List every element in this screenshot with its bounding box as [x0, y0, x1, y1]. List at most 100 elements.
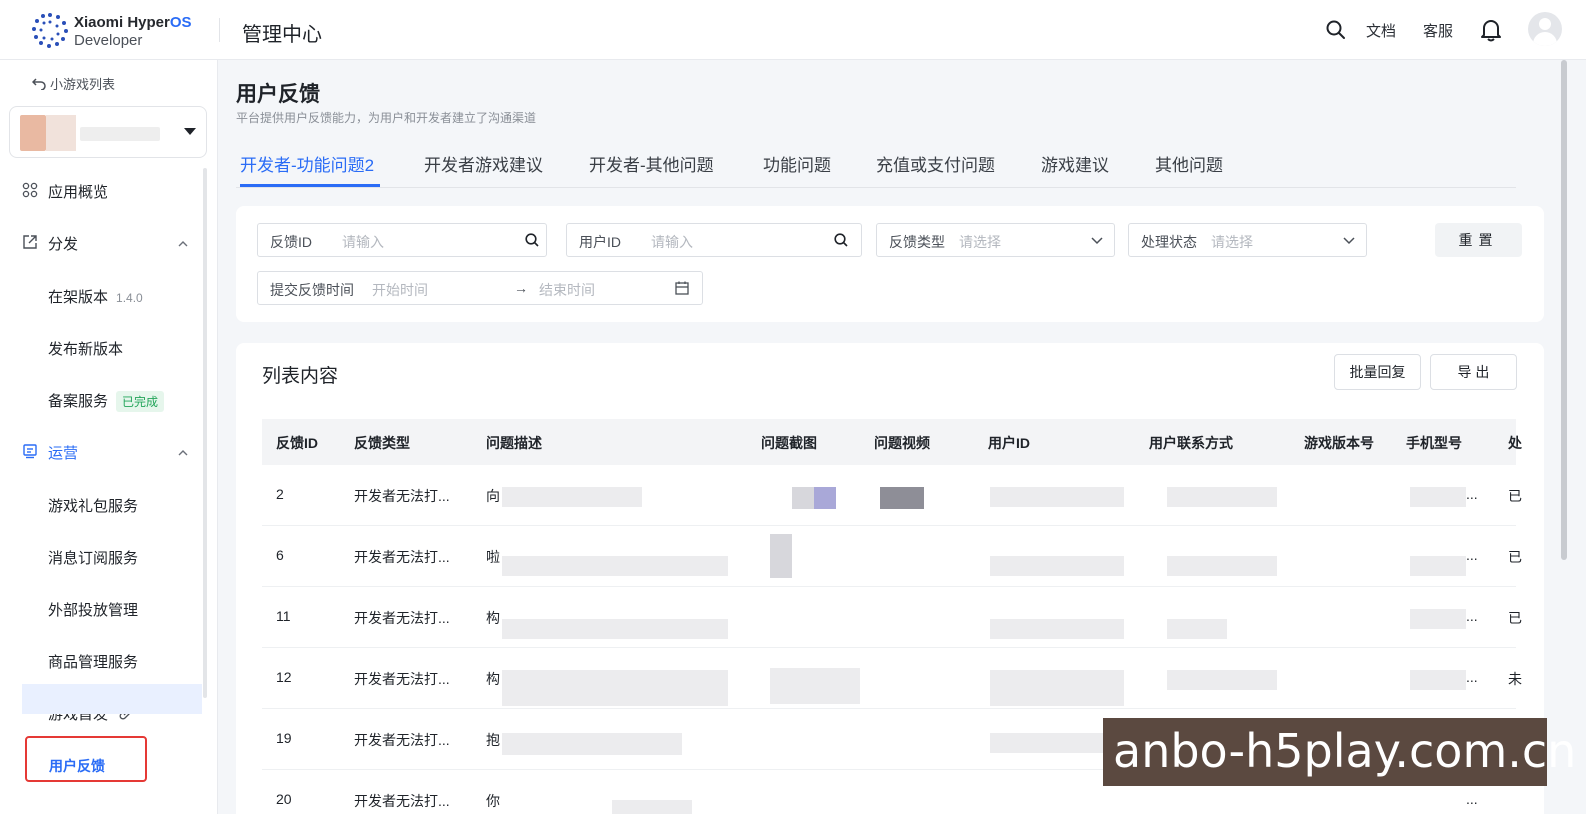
col-video: 问题视频 — [874, 435, 930, 451]
table-row[interactable]: 2 开发者无法打... 向 ... 已 — [262, 465, 1522, 526]
tab-game-suggestion[interactable]: 游戏建议 — [1041, 151, 1109, 176]
chevron-up-icon[interactable] — [178, 448, 188, 458]
feedback-type-placeholder: 请选择 — [959, 234, 1001, 250]
customer-service-link[interactable]: 客服 — [1423, 20, 1453, 41]
status-select[interactable]: 处理状态 请选择 — [1128, 223, 1367, 257]
tab-bar: 开发者-功能问题2 开发者游戏建议 开发者-其他问题 功能问题 充值或支付问题 … — [236, 140, 1516, 188]
user-id-field[interactable]: 用户ID 请输入 — [566, 223, 862, 257]
back-arrow-icon — [31, 78, 46, 91]
feedback-id-label: 反馈ID — [270, 234, 312, 250]
sidebar-item-overview[interactable]: 应用概览 — [48, 181, 108, 202]
bell-icon[interactable] — [1480, 18, 1502, 42]
page-scrollbar[interactable] — [1561, 60, 1567, 560]
cell-type: 开发者无法打... — [354, 549, 450, 565]
app-thumbnail-blur — [46, 115, 76, 151]
blurred-model — [1410, 670, 1466, 690]
sidebar-item-filing[interactable]: 备案服务 已完成 — [48, 390, 165, 412]
version-number: 1.4.0 — [116, 291, 143, 305]
blurred-contact — [1167, 619, 1227, 639]
sidebar-item-live-version[interactable]: 在架版本 1.4.0 — [48, 286, 143, 307]
col-status: 处 — [1508, 435, 1522, 451]
blurred-desc — [502, 733, 682, 755]
status-label: 处理状态 — [1141, 234, 1197, 250]
export-button[interactable]: 导 出 — [1430, 354, 1517, 390]
cell-ellipsis: ... — [1466, 486, 1478, 502]
end-time-placeholder[interactable]: 结束时间 — [539, 280, 595, 300]
col-feedback-type: 反馈类型 — [354, 435, 410, 451]
cell-status: 已 — [1508, 549, 1522, 565]
feedback-id-field[interactable]: 反馈ID 请输入 — [257, 223, 547, 257]
tab-payment[interactable]: 充值或支付问题 — [876, 151, 995, 176]
table-row[interactable]: 11 开发者无法打... 构 ... 已 — [262, 587, 1522, 648]
blurred-contact — [1167, 670, 1277, 690]
time-label: 提交反馈时间 — [270, 282, 354, 298]
hyperos-logo-icon[interactable] — [30, 12, 70, 48]
blurred-desc — [502, 619, 728, 639]
cell-type: 开发者无法打... — [354, 732, 450, 748]
calendar-icon[interactable] — [674, 280, 690, 296]
user-id-label: 用户ID — [579, 234, 621, 250]
col-description: 问题描述 — [486, 435, 542, 451]
annotation-highlight-box — [25, 736, 147, 782]
live-version-label: 在架版本 — [48, 289, 109, 306]
sidebar-item-publish[interactable]: 发布新版本 — [48, 338, 123, 359]
table-row[interactable]: 12 开发者无法打... 构 ... 未 — [262, 648, 1522, 709]
blurred-model — [1410, 556, 1466, 576]
filter-panel: 反馈ID 请输入 用户ID 请输入 反馈类型 请选择 处理状态 请选择 重置 提… — [236, 206, 1544, 322]
cell-type: 开发者无法打... — [354, 793, 450, 809]
docs-link[interactable]: 文档 — [1366, 20, 1396, 41]
sidebar-item-subscribe[interactable]: 消息订阅服务 — [48, 547, 138, 568]
grid-icon — [22, 182, 38, 198]
screenshot-thumbnail[interactable] — [792, 487, 814, 509]
share-icon — [23, 235, 37, 249]
blurred-desc — [502, 556, 728, 576]
feedback-type-select[interactable]: 反馈类型 请选择 — [876, 223, 1115, 257]
screenshot-thumbnail[interactable] — [770, 534, 792, 578]
search-icon[interactable] — [833, 232, 849, 248]
col-phone-model: 手机型号 — [1406, 435, 1462, 451]
cell-desc: 啦 — [486, 549, 500, 565]
range-arrow-icon: → — [514, 280, 528, 296]
table-row[interactable]: 6 开发者无法打... 啦 ... 已 — [262, 526, 1522, 587]
tab-other[interactable]: 其他问题 — [1155, 151, 1223, 176]
app-name-blurred — [80, 127, 160, 141]
col-screenshot: 问题截图 — [761, 435, 817, 451]
chevron-up-icon[interactable] — [178, 239, 188, 249]
time-range-picker[interactable]: 提交反馈时间 开始时间 → 结束时间 — [257, 271, 703, 305]
tab-function[interactable]: 功能问题 — [763, 151, 831, 176]
back-label: 小游戏列表 — [50, 77, 116, 92]
sidebar-scrollbar[interactable] — [203, 168, 207, 698]
blurred-desc — [502, 670, 728, 706]
table-header: 反馈ID 反馈类型 问题描述 问题截图 问题视频 用户ID 用户联系方式 游戏版… — [262, 419, 1522, 465]
status-badge: 已完成 — [116, 391, 165, 412]
status-placeholder: 请选择 — [1211, 234, 1253, 250]
chevron-down-icon — [1343, 237, 1355, 245]
tab-dev-other[interactable]: 开发者-其他问题 — [589, 151, 714, 176]
reset-button[interactable]: 重置 — [1435, 223, 1522, 257]
sidebar-group-distribute[interactable]: 分发 — [48, 233, 78, 254]
tab-dev-function[interactable]: 开发者-功能问题2 — [240, 151, 374, 176]
search-icon[interactable] — [524, 232, 540, 248]
brand-name-text: Xiaomi Hyper — [74, 14, 170, 31]
batch-reply-button[interactable]: 批量回复 — [1334, 354, 1421, 390]
blurred-user-id — [990, 487, 1124, 507]
cell-ellipsis: ... — [1466, 669, 1478, 685]
blurred-model — [1410, 609, 1466, 629]
video-thumbnail[interactable] — [880, 487, 924, 509]
sidebar-item-goods[interactable]: 商品管理服务 — [48, 651, 138, 672]
start-time-placeholder[interactable]: 开始时间 — [372, 280, 428, 300]
cell-status: 未 — [1508, 671, 1522, 687]
app-selector[interactable] — [9, 106, 207, 158]
blurred-contact — [1167, 556, 1277, 576]
sidebar-item-gift[interactable]: 游戏礼包服务 — [48, 495, 138, 516]
search-icon[interactable] — [1325, 19, 1347, 41]
sidebar-item-ads[interactable]: 外部投放管理 — [48, 599, 138, 620]
cell-desc: 抱 — [486, 732, 500, 748]
tab-dev-suggestion[interactable]: 开发者游戏建议 — [424, 151, 543, 176]
blurred-screenshot — [770, 668, 860, 704]
screenshot-thumbnail[interactable] — [814, 487, 836, 509]
back-to-minigame-list[interactable]: 小游戏列表 — [31, 74, 116, 93]
sidebar-group-operations[interactable]: 运营 — [48, 442, 78, 463]
cell-status: 已 — [1508, 610, 1522, 626]
avatar[interactable] — [1528, 12, 1562, 46]
